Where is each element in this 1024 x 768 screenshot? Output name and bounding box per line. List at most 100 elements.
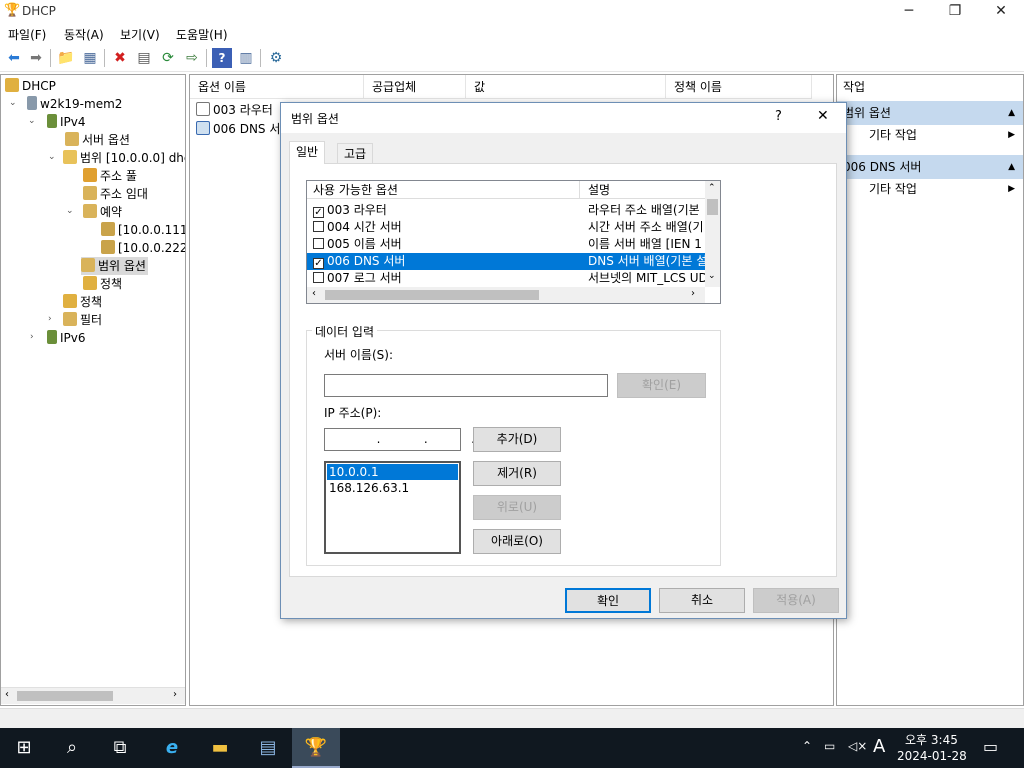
options-horizontal-scrollbar[interactable]: ‹ ›: [307, 287, 705, 303]
resolve-button[interactable]: 확인(E): [617, 373, 706, 398]
back-icon[interactable]: ⬅: [4, 48, 24, 68]
tree-item-ipv6[interactable]: IPv6: [47, 329, 86, 347]
tree-item-scope-policies[interactable]: 정책: [83, 275, 122, 293]
close-button[interactable]: ✕: [978, 0, 1024, 22]
up-folder-icon[interactable]: 📁: [56, 48, 76, 68]
tree-item-address-leases[interactable]: 주소 임대: [83, 185, 148, 203]
minimize-button[interactable]: ─: [886, 0, 932, 22]
tree-item-ipv4[interactable]: IPv4: [47, 113, 86, 131]
tab-general[interactable]: 일반: [289, 141, 326, 164]
scroll-up-icon[interactable]: ⌃: [708, 183, 716, 193]
dhcp-taskbar-icon[interactable]: 🏆: [292, 728, 340, 768]
start-windows-icon[interactable]: ⊞: [0, 728, 48, 768]
option-checkbox[interactable]: [313, 238, 324, 249]
network-icon[interactable]: ▭: [824, 739, 835, 753]
tree-item-scope-options[interactable]: 범위 옵션: [81, 257, 148, 275]
server-name-input[interactable]: [324, 374, 608, 397]
scroll-right-icon[interactable]: ›: [691, 288, 695, 299]
chevron-down-icon[interactable]: ⌄: [28, 116, 36, 126]
ip-address-list[interactable]: 10.0.0.1 168.126.63.1: [324, 461, 461, 554]
tree-horizontal-scrollbar[interactable]: ‹ ›: [1, 687, 185, 704]
scroll-left-icon[interactable]: ‹: [312, 288, 316, 299]
properties-icon[interactable]: ▤: [134, 48, 154, 68]
forward-icon[interactable]: ➡: [26, 48, 46, 68]
show-hide-tree-icon[interactable]: ▦: [80, 48, 100, 68]
tree-item-reservations[interactable]: 예약: [83, 203, 122, 221]
ime-indicator[interactable]: A: [873, 736, 885, 757]
tree-item-dhcp[interactable]: DHCP: [5, 77, 56, 95]
ip-address-input[interactable]: . . .: [324, 428, 475, 451]
tree-item-scope[interactable]: 범위 [10.0.0.0] dhc: [63, 149, 185, 167]
volume-muted-icon[interactable]: ◁×: [848, 739, 867, 753]
option-row[interactable]: 004 시간 서버 시간 서버 주소 배열(기: [307, 219, 705, 236]
refresh-icon[interactable]: ⟳: [158, 48, 178, 68]
chevron-down-icon[interactable]: ⌄: [66, 206, 74, 216]
dialog-close-button[interactable]: ✕: [817, 108, 829, 124]
notification-icon[interactable]: ▭: [983, 737, 998, 756]
option-checkbox[interactable]: ✓: [313, 207, 324, 218]
ip-list-item-selected[interactable]: 10.0.0.1: [327, 464, 458, 480]
help-icon[interactable]: ?: [212, 48, 232, 68]
search-icon[interactable]: ⌕: [48, 728, 96, 768]
tree-item-address-pool[interactable]: 주소 풀: [83, 167, 137, 185]
ok-button[interactable]: 확인: [565, 588, 651, 613]
tab-advanced[interactable]: 고급: [337, 143, 374, 165]
option-row[interactable]: 007 로그 서버 서브넷의 MIT_LCS UD: [307, 270, 708, 287]
scrollbar-thumb[interactable]: [17, 691, 113, 701]
option-row-selected[interactable]: ✓ 006 DNS 서버 DNS 서버 배열(기본 설: [307, 253, 707, 270]
cancel-button[interactable]: 취소: [659, 588, 745, 613]
chevron-down-icon[interactable]: ⌄: [48, 152, 56, 162]
clock-time[interactable]: 오후 3:45: [905, 731, 958, 748]
dialog-help-button[interactable]: ?: [775, 109, 782, 124]
delete-icon[interactable]: ✖: [110, 48, 130, 68]
move-down-button[interactable]: 아래로(O): [473, 529, 561, 554]
scroll-right-icon[interactable]: ›: [173, 689, 177, 700]
column-option-name[interactable]: 옵션 이름: [190, 75, 364, 99]
chevron-right-icon[interactable]: ›: [30, 332, 34, 342]
scroll-left-icon[interactable]: ‹: [5, 689, 9, 700]
column-available-options[interactable]: 사용 가능한 옵션: [307, 181, 580, 199]
actions-section-dns[interactable]: 006 DNS 서버 ▲: [837, 155, 1023, 179]
task-view-icon[interactable]: ⧉: [96, 728, 144, 768]
option-row[interactable]: 005 이름 서버 이름 서버 배열 [IEN 1: [307, 236, 705, 253]
menu-view[interactable]: 보기(V): [120, 26, 160, 43]
actions-section-scope-options[interactable]: 범위 옵션 ▲: [837, 101, 1023, 125]
column-policy-name[interactable]: 정책 이름: [666, 75, 812, 99]
option-row[interactable]: ✓ 003 라우터 라우터 주소 배열(기본: [307, 202, 705, 219]
column-vendor[interactable]: 공급업체: [364, 75, 466, 99]
tree-item-server-options[interactable]: 서버 옵션: [65, 131, 130, 149]
collapse-icon[interactable]: ▲: [1008, 155, 1015, 179]
tree-item-policies[interactable]: 정책: [63, 293, 102, 311]
apply-button[interactable]: 적용(A): [753, 588, 839, 613]
dhcp-tool-icon[interactable]: ⚙: [266, 48, 286, 68]
tree-item-reservation-1[interactable]: [10.0.0.111]: [101, 221, 185, 239]
clock-date[interactable]: 2024-01-28: [897, 749, 967, 763]
internet-explorer-icon[interactable]: e: [148, 728, 196, 768]
ip-list-item[interactable]: 168.126.63.1: [327, 480, 458, 496]
actions-more-actions[interactable]: 기타 작업 ▶: [837, 177, 1023, 201]
column-description[interactable]: 설명: [580, 181, 706, 199]
add-button[interactable]: 추가(D): [473, 427, 561, 452]
menu-help[interactable]: 도움말(H): [176, 26, 228, 43]
option-checkbox[interactable]: ✓: [313, 258, 324, 269]
move-up-button[interactable]: 위로(U): [473, 495, 561, 520]
tree-item-server[interactable]: w2k19-mem2: [27, 95, 122, 113]
option-checkbox[interactable]: [313, 221, 324, 232]
list-item[interactable]: 003 라우터: [196, 101, 273, 119]
scrollbar-thumb[interactable]: [325, 290, 539, 300]
collapse-icon[interactable]: ▲: [1008, 101, 1015, 125]
export-list-icon[interactable]: ⇨: [182, 48, 202, 68]
tree-item-reservation-2[interactable]: [10.0.0.222]: [101, 239, 185, 257]
menu-action[interactable]: 동작(A): [64, 26, 104, 43]
action-pane-icon[interactable]: ▥: [236, 48, 256, 68]
chevron-down-icon[interactable]: ⌄: [9, 98, 17, 108]
column-value[interactable]: 값: [466, 75, 666, 99]
maximize-button[interactable]: ❐: [932, 0, 978, 22]
remove-button[interactable]: 제거(R): [473, 461, 561, 486]
list-item[interactable]: 006 DNS 서: [196, 120, 280, 138]
menu-file[interactable]: 파일(F): [8, 26, 46, 43]
chevron-right-icon[interactable]: ›: [48, 314, 52, 324]
file-explorer-icon[interactable]: ▬: [196, 728, 244, 768]
scroll-down-icon[interactable]: ⌄: [708, 271, 716, 281]
server-manager-icon[interactable]: ▤: [244, 728, 292, 768]
